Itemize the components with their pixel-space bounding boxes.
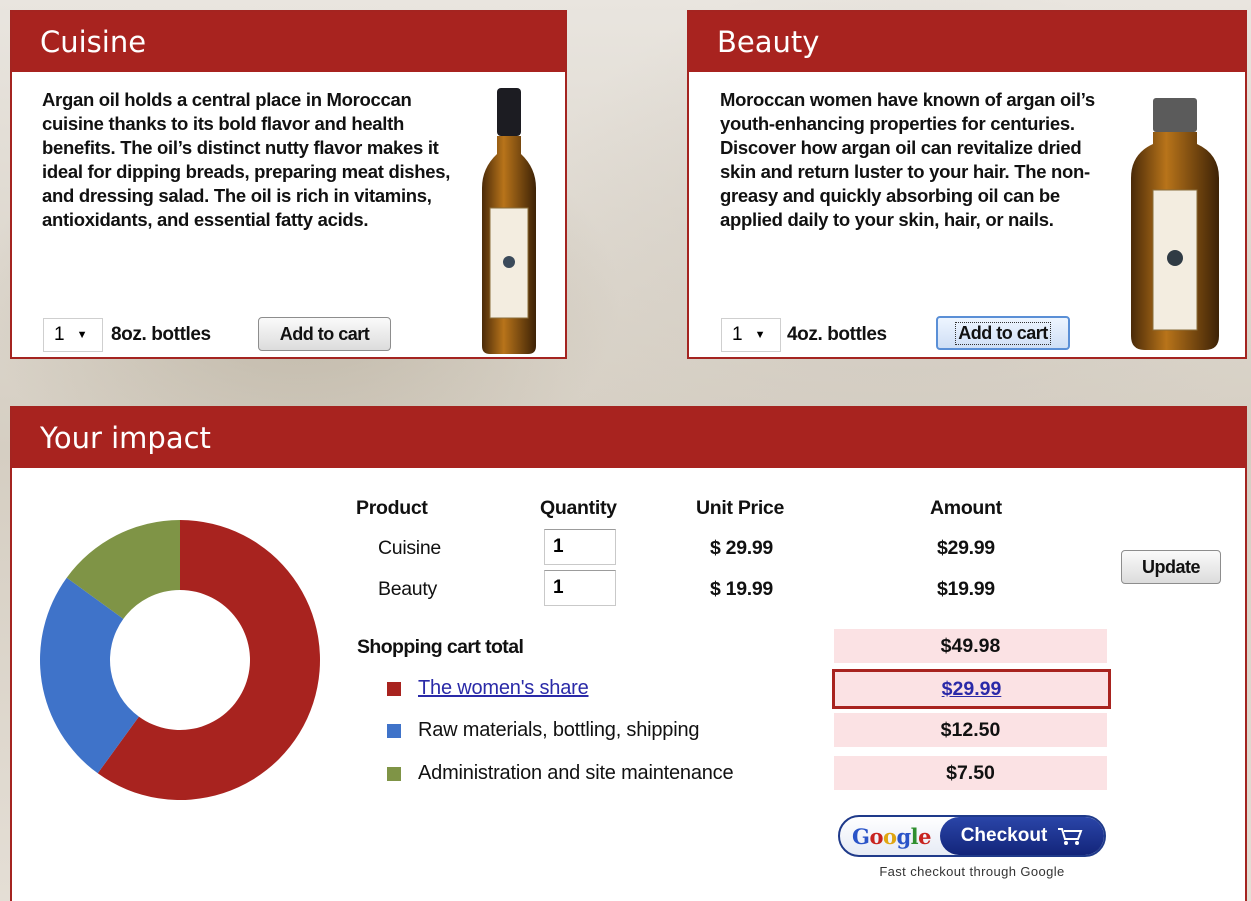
shopping-cart-total-label: Shopping cart total [357,636,524,658]
cuisine-quantity-select[interactable]: 1 ▼ [43,318,103,352]
beauty-title: Beauty [689,12,1245,72]
womens-share-amount-value[interactable]: $29.99 [942,678,1002,701]
header-amount: Amount [930,497,1002,519]
row-beauty-unit-price: $ 19.99 [710,578,773,600]
beauty-panel: Beauty Moroccan women have known of arga… [687,10,1247,359]
row-cuisine-amount: $29.99 [937,537,995,559]
legend-swatch-womens-share [387,682,401,696]
shopping-cart-total-amount: $49.98 [834,629,1107,663]
impact-title: Your impact [12,408,1245,468]
beauty-quantity-input[interactable]: 1 [544,570,616,606]
update-button[interactable]: Update [1121,550,1221,584]
womens-share-link[interactable]: The women's share [418,677,589,700]
cuisine-add-to-cart-label: Add to cart [279,323,370,344]
row-beauty-amount: $19.99 [937,578,995,600]
checkout-caption: Fast checkout through Google [879,864,1065,879]
raw-materials-amount: $12.50 [834,713,1107,747]
womens-share-amount[interactable]: $29.99 [832,669,1111,709]
row-beauty-product: Beauty [378,578,437,600]
administration-label: Administration and site maintenance [418,762,734,784]
chevron-down-icon: ▼ [76,329,88,341]
cuisine-title: Cuisine [12,12,565,72]
total-amount-value: $49.98 [940,634,1001,657]
checkout-label: Checkout [960,825,1048,846]
google-checkout-button[interactable]: Google Checkout [838,815,1106,857]
beauty-quantity-value: 1 [732,324,743,345]
google-logo: Google [852,823,932,849]
beauty-quantity-select[interactable]: 1 ▼ [721,318,781,352]
cuisine-add-to-cart-button[interactable]: Add to cart [258,317,391,351]
cuisine-unit-label: 8oz. bottles [111,324,211,345]
cart-icon [1058,828,1083,845]
raw-materials-label: Raw materials, bottling, shipping [418,719,700,741]
administration-amount-value: $7.50 [946,761,995,784]
update-label: Update [1141,556,1201,577]
checkout-label-area: Checkout [940,817,1104,855]
impact-donut-chart [39,520,320,800]
beauty-add-to-cart-button[interactable]: Add to cart [936,316,1070,350]
header-product: Product [356,497,428,519]
beauty-unit-label: 4oz. bottles [787,324,887,345]
administration-amount: $7.50 [834,756,1107,790]
legend-swatch-raw-materials [387,724,401,738]
cuisine-quantity-input[interactable]: 1 [544,529,616,565]
cuisine-panel: Cuisine Argan oil holds a central place … [10,10,567,359]
chevron-down-icon: ▼ [754,329,766,341]
row-cuisine-product: Cuisine [378,537,441,559]
legend-swatch-administration [387,767,401,781]
cuisine-description: Argan oil holds a central place in Moroc… [42,89,451,230]
cuisine-quantity-value: 1 [54,324,65,345]
cuisine-bottle-image [482,88,536,354]
raw-materials-amount-value: $12.50 [940,718,1001,741]
row-cuisine-unit-price: $ 29.99 [710,537,773,559]
beauty-description: Moroccan women have known of argan oil’s… [720,89,1095,230]
beauty-bottle-image [1131,98,1219,350]
beauty-add-to-cart-label: Add to cart [955,321,1051,345]
header-unit-price: Unit Price [696,497,785,519]
header-quantity: Quantity [540,497,617,519]
